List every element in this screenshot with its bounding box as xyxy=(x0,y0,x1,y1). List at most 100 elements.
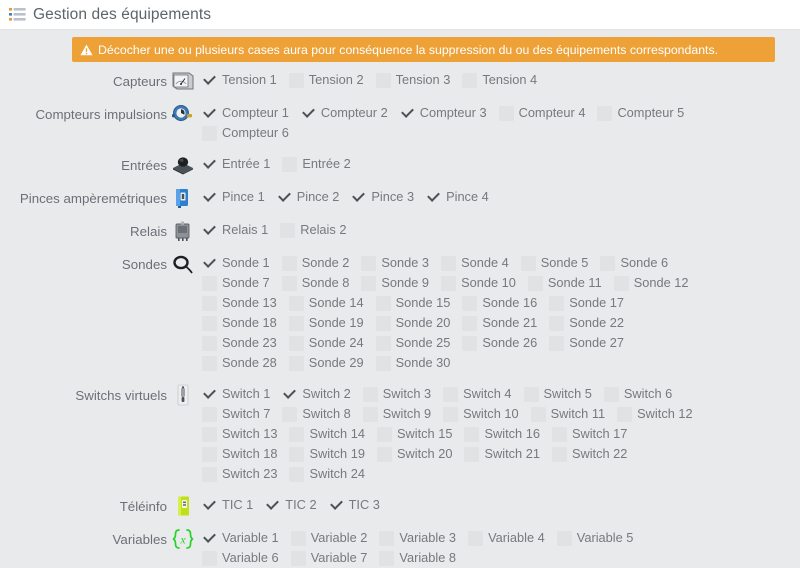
checkbox-empty-icon[interactable] xyxy=(202,125,217,141)
checkbox-item[interactable]: Entrée 2 xyxy=(282,154,351,174)
checkbox-item[interactable]: Tension 4 xyxy=(462,70,537,90)
checkbox-item[interactable]: Compteur 6 xyxy=(202,123,289,143)
checkbox-item[interactable]: Switch 5 xyxy=(523,384,592,404)
checkbox-empty-icon[interactable] xyxy=(523,386,539,402)
checkbox-item[interactable]: Compteur 1 xyxy=(202,103,289,123)
checkbox-empty-icon[interactable] xyxy=(375,315,391,331)
checkbox-checked-icon[interactable] xyxy=(282,387,297,402)
checkbox-item[interactable]: Switch 23 xyxy=(202,464,277,484)
checkbox-checked-icon[interactable] xyxy=(202,256,217,271)
checkbox-item[interactable]: Sonde 4 xyxy=(441,253,509,273)
checkbox-empty-icon[interactable] xyxy=(549,315,565,331)
checkbox-item[interactable]: Variable 5 xyxy=(556,528,633,548)
checkbox-item[interactable]: Sonde 20 xyxy=(375,313,450,333)
checkbox-empty-icon[interactable] xyxy=(282,406,298,422)
checkbox-empty-icon[interactable] xyxy=(288,72,304,88)
checkbox-item[interactable]: Sonde 18 xyxy=(202,313,277,333)
checkbox-item[interactable]: Relais 1 xyxy=(202,220,268,240)
checkbox-empty-icon[interactable] xyxy=(375,295,391,311)
checkbox-item[interactable]: Sonde 14 xyxy=(288,293,364,313)
checkbox-item[interactable]: Pince 1 xyxy=(202,187,265,207)
checkbox-item[interactable]: Switch 24 xyxy=(289,464,365,484)
checkbox-item[interactable]: Switch 10 xyxy=(443,404,519,424)
checkbox-item[interactable]: Compteur 2 xyxy=(301,103,388,123)
checkbox-empty-icon[interactable] xyxy=(202,315,217,331)
checkbox-item[interactable]: Switch 19 xyxy=(289,444,365,464)
checkbox-empty-icon[interactable] xyxy=(527,275,543,291)
checkbox-item[interactable]: Pince 4 xyxy=(426,187,489,207)
checkbox-empty-icon[interactable] xyxy=(289,426,305,442)
checkbox-item[interactable]: Variable 4 xyxy=(468,528,545,548)
checkbox-checked-icon[interactable] xyxy=(202,531,217,546)
checkbox-item[interactable]: Pince 3 xyxy=(351,187,414,207)
checkbox-empty-icon[interactable] xyxy=(551,426,567,442)
checkbox-empty-icon[interactable] xyxy=(362,406,378,422)
checkbox-empty-icon[interactable] xyxy=(556,530,572,546)
checkbox-item[interactable]: Tension 1 xyxy=(202,70,277,90)
checkbox-empty-icon[interactable] xyxy=(202,466,217,482)
checkbox-item[interactable]: Variable 3 xyxy=(379,528,456,548)
checkbox-empty-icon[interactable] xyxy=(202,550,217,566)
checkbox-item[interactable]: TIC 2 xyxy=(265,495,316,515)
checkbox-empty-icon[interactable] xyxy=(288,335,304,351)
checkbox-item[interactable]: Switch 1 xyxy=(202,384,270,404)
checkbox-empty-icon[interactable] xyxy=(375,335,391,351)
checkbox-item[interactable]: Variable 8 xyxy=(379,548,456,568)
checkbox-item[interactable]: Switch 3 xyxy=(362,384,431,404)
checkbox-item[interactable]: Tension 3 xyxy=(375,70,450,90)
checkbox-item[interactable]: Relais 2 xyxy=(280,220,346,240)
checkbox-item[interactable]: Switch 14 xyxy=(289,424,365,444)
checkbox-empty-icon[interactable] xyxy=(441,255,457,271)
checkbox-empty-icon[interactable] xyxy=(597,105,613,121)
checkbox-item[interactable]: Sonde 12 xyxy=(613,273,689,293)
checkbox-item[interactable]: Switch 18 xyxy=(202,444,277,464)
checkbox-item[interactable]: Sonde 27 xyxy=(549,333,624,353)
checkbox-empty-icon[interactable] xyxy=(280,222,296,238)
checkbox-item[interactable]: Sonde 10 xyxy=(441,273,516,293)
checkbox-empty-icon[interactable] xyxy=(376,446,392,462)
checkbox-empty-icon[interactable] xyxy=(362,386,378,402)
checkbox-empty-icon[interactable] xyxy=(288,315,304,331)
checkbox-item[interactable]: Sonde 11 xyxy=(527,273,602,293)
checkbox-empty-icon[interactable] xyxy=(441,275,457,291)
checkbox-empty-icon[interactable] xyxy=(462,72,478,88)
checkbox-empty-icon[interactable] xyxy=(202,275,217,291)
checkbox-empty-icon[interactable] xyxy=(202,426,217,442)
checkbox-empty-icon[interactable] xyxy=(551,446,567,462)
checkbox-empty-icon[interactable] xyxy=(290,550,306,566)
checkbox-empty-icon[interactable] xyxy=(202,355,217,371)
checkbox-empty-icon[interactable] xyxy=(282,156,298,172)
checkbox-checked-icon[interactable] xyxy=(202,190,217,205)
checkbox-item[interactable]: Switch 7 xyxy=(202,404,270,424)
checkbox-empty-icon[interactable] xyxy=(443,386,459,402)
checkbox-item[interactable]: Sonde 25 xyxy=(375,333,450,353)
checkbox-empty-icon[interactable] xyxy=(443,406,459,422)
checkbox-checked-icon[interactable] xyxy=(265,498,280,513)
checkbox-item[interactable]: Sonde 13 xyxy=(202,293,277,313)
checkbox-item[interactable]: Sonde 6 xyxy=(600,253,668,273)
checkbox-item[interactable]: Tension 2 xyxy=(288,70,364,90)
checkbox-empty-icon[interactable] xyxy=(498,105,514,121)
checkbox-item[interactable]: Sonde 7 xyxy=(202,273,270,293)
checkbox-item[interactable]: TIC 1 xyxy=(202,495,253,515)
checkbox-empty-icon[interactable] xyxy=(379,530,395,546)
checkbox-empty-icon[interactable] xyxy=(288,295,304,311)
checkbox-checked-icon[interactable] xyxy=(400,106,415,121)
checkbox-item[interactable]: Variable 7 xyxy=(290,548,367,568)
checkbox-item[interactable]: Switch 6 xyxy=(603,384,672,404)
checkbox-empty-icon[interactable] xyxy=(281,275,297,291)
checkbox-empty-icon[interactable] xyxy=(464,426,480,442)
checkbox-item[interactable]: Entrée 1 xyxy=(202,154,270,174)
checkbox-item[interactable]: Switch 9 xyxy=(362,404,431,424)
checkbox-item[interactable]: Sonde 16 xyxy=(462,293,537,313)
checkbox-item[interactable]: Variable 2 xyxy=(290,528,367,548)
checkbox-empty-icon[interactable] xyxy=(361,255,377,271)
checkbox-item[interactable]: Switch 17 xyxy=(551,424,627,444)
checkbox-checked-icon[interactable] xyxy=(202,157,217,172)
checkbox-empty-icon[interactable] xyxy=(289,466,305,482)
checkbox-item[interactable]: Switch 16 xyxy=(464,424,540,444)
checkbox-empty-icon[interactable] xyxy=(202,335,217,351)
checkbox-empty-icon[interactable] xyxy=(202,295,217,311)
checkbox-item[interactable]: Pince 2 xyxy=(277,187,340,207)
checkbox-item[interactable]: Switch 4 xyxy=(443,384,512,404)
